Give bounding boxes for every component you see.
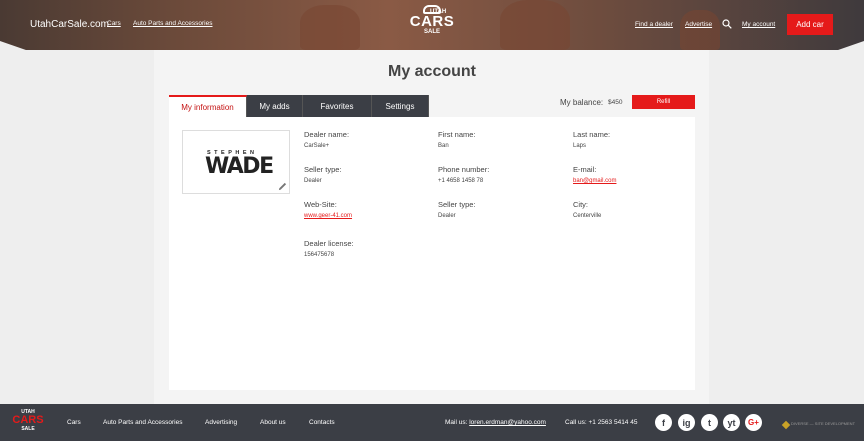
nav-parts-link[interactable]: Auto Parts and Accessories xyxy=(133,20,213,27)
tab-my-information[interactable]: My information xyxy=(169,95,247,117)
developer-credit[interactable]: DIVERSE — SITE DEVELOPMENT xyxy=(791,421,855,426)
site-name-link[interactable]: UtahCarSale.com xyxy=(30,19,109,30)
city-value: Centerville xyxy=(573,213,602,219)
site-logo[interactable]: UTAH CARS SALE xyxy=(408,5,456,45)
email-link[interactable]: ban@gmail.com xyxy=(573,178,616,184)
city-label: City: xyxy=(573,200,588,209)
seller-type-value: Dealer xyxy=(304,178,322,184)
header-rock-decoration xyxy=(500,0,570,50)
mail-link[interactable]: loren.erdman@yahoo.com xyxy=(469,419,546,426)
footer-logo-bottom-text: SALE xyxy=(21,426,35,432)
tab-my-adds[interactable]: My adds xyxy=(247,95,303,117)
first-name-label: First name: xyxy=(438,130,476,139)
refill-button[interactable]: Refill xyxy=(632,95,695,109)
avatar-logo-main-text: WADE xyxy=(205,154,274,179)
add-car-button[interactable]: Add car xyxy=(787,14,833,35)
first-name-value: Ban xyxy=(438,143,449,149)
mail-us-text: Mail us: loren.erdman@yahoo.com xyxy=(445,419,546,426)
email-label: E-mail: xyxy=(573,165,597,174)
tab-settings[interactable]: Settings xyxy=(372,95,429,117)
nav-cars-link[interactable]: Cars xyxy=(107,20,121,27)
site-footer: UTAH CARS SALE Cars Auto Parts and Acces… xyxy=(0,404,864,441)
last-name-label: Last name: xyxy=(573,130,611,139)
twitter-icon[interactable]: t xyxy=(701,414,718,431)
balance-value: $450 xyxy=(608,99,623,106)
dealer-license-value: 156475678 xyxy=(304,252,335,258)
phone-value: +1 4658 1458 78 xyxy=(438,178,484,184)
find-dealer-link[interactable]: Find a dealer xyxy=(635,21,673,28)
page-title: My account xyxy=(387,63,476,80)
footer-nav-contacts[interactable]: Contacts xyxy=(309,419,335,426)
footer-logo[interactable]: UTAH CARS SALE xyxy=(12,409,44,432)
dealer-name-label: Dealer name: xyxy=(304,130,350,139)
header-rock-decoration xyxy=(680,10,720,50)
developer-logo-icon xyxy=(781,420,791,430)
facebook-icon[interactable]: f xyxy=(655,414,672,431)
last-name-value: Laps xyxy=(573,143,587,149)
balance-label: My balance: xyxy=(560,98,604,107)
pencil-icon[interactable] xyxy=(278,182,287,191)
phone-label: Phone number: xyxy=(438,165,490,174)
advertise-link[interactable]: Advertise xyxy=(685,21,712,28)
mail-label: Mail us: xyxy=(445,419,468,426)
footer-nav-parts[interactable]: Auto Parts and Accessories xyxy=(103,419,183,426)
dealer-name-value: CarSale+ xyxy=(304,143,330,149)
my-account-link[interactable]: My account xyxy=(742,21,775,28)
footer-nav-advertising[interactable]: Advertising xyxy=(205,419,237,426)
youtube-icon[interactable]: yt xyxy=(723,414,740,431)
logo-top-text: UTAH xyxy=(430,9,447,15)
header-rock-decoration xyxy=(300,5,360,50)
account-tabs: My information My adds Favorites Setting… xyxy=(169,95,429,117)
google-plus-icon[interactable]: G+ xyxy=(745,414,762,431)
call-us-text: Call us: +1 2563 5414 45 xyxy=(565,419,638,426)
dealer-license-label: Dealer license: xyxy=(304,239,354,248)
seller-type-label: Seller type: xyxy=(304,165,342,174)
search-icon[interactable] xyxy=(722,19,732,29)
instagram-icon[interactable]: ig xyxy=(678,414,695,431)
tab-favorites[interactable]: Favorites xyxy=(303,95,372,117)
seller-type-label: Seller type: xyxy=(438,200,476,209)
website-label: Web-Site: xyxy=(304,200,337,209)
footer-nav-about[interactable]: About us xyxy=(260,419,286,426)
footer-nav-cars[interactable]: Cars xyxy=(67,419,81,426)
seller-type-value: Dealer xyxy=(438,213,456,219)
footer-logo-main-text: CARS xyxy=(12,414,44,426)
website-link[interactable]: www.geer-41.com xyxy=(304,213,352,219)
logo-main-text: CARS xyxy=(409,13,455,30)
site-header: UtahCarSale.com Cars Auto Parts and Acce… xyxy=(0,0,864,50)
